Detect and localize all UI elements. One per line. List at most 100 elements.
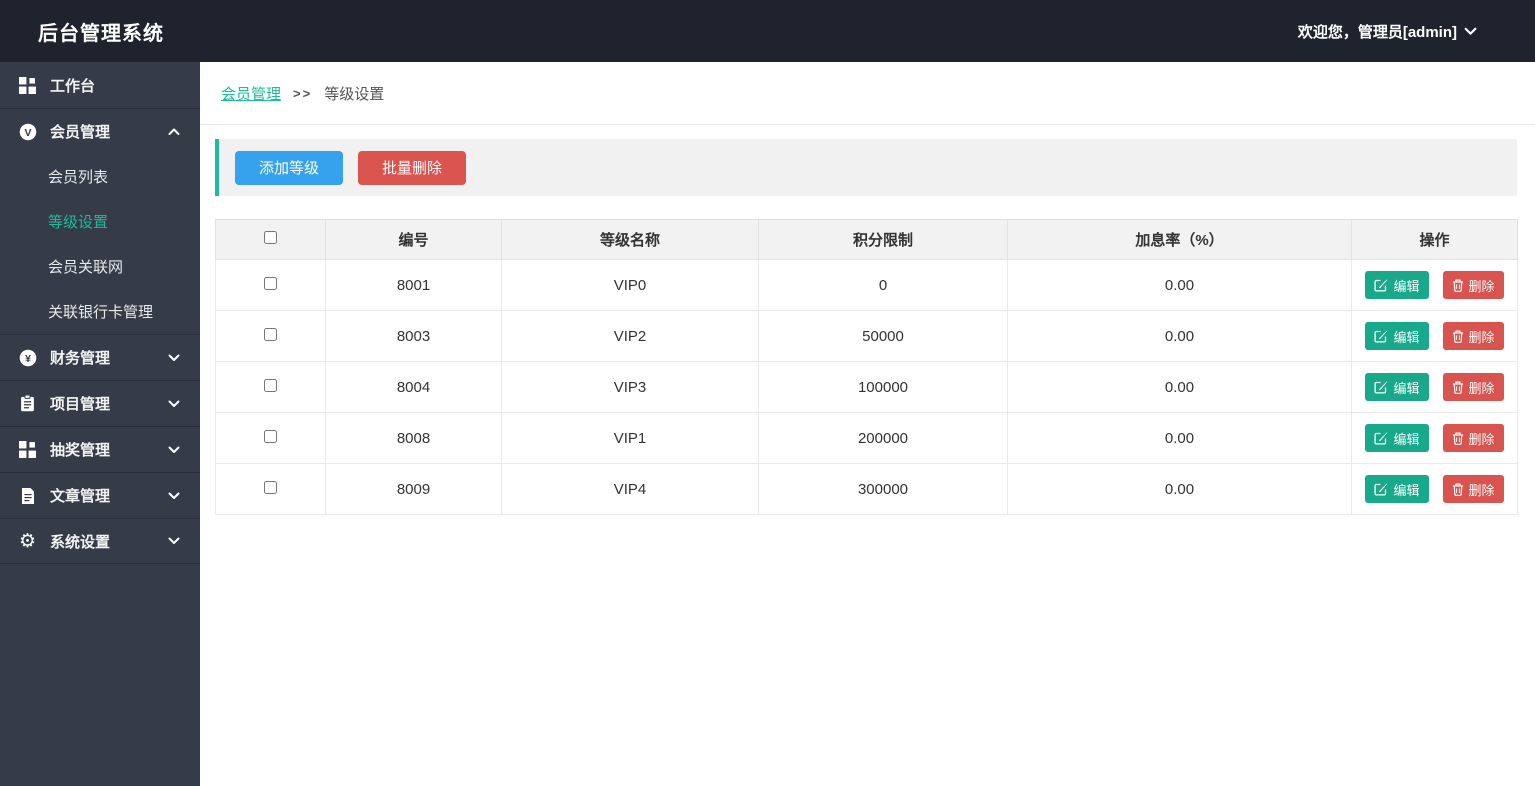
- svg-text:V: V: [24, 127, 31, 139]
- header-actions: 操作: [1352, 220, 1518, 260]
- row-checkbox[interactable]: [264, 430, 277, 443]
- admin-app: 后台管理系统 欢迎您，管理员[admin] 工作台: [0, 0, 1535, 786]
- table-row: 8004 VIP3 100000 0.00 编辑: [216, 362, 1518, 413]
- svg-text:¥: ¥: [25, 353, 31, 365]
- delete-button[interactable]: 删除: [1443, 373, 1504, 401]
- sidebar-item-articles[interactable]: 文章管理: [0, 472, 200, 518]
- sidebar-subitem-member-network[interactable]: 会员关联网: [0, 244, 200, 289]
- sidebar-item-lottery[interactable]: 抽奖管理: [0, 426, 200, 472]
- clipboard-icon: [18, 394, 37, 413]
- header-id: 编号: [326, 220, 502, 260]
- header-interest-rate: 加息率（%）: [1008, 220, 1352, 260]
- document-icon: [18, 486, 37, 505]
- user-menu[interactable]: 欢迎您，管理员[admin]: [1298, 21, 1477, 42]
- cell-id: 8008: [326, 413, 502, 464]
- delete-button[interactable]: 删除: [1443, 322, 1504, 350]
- cell-level-name: VIP2: [502, 311, 759, 362]
- sidebar-item-label: 财务管理: [50, 347, 110, 368]
- table-row: 8008 VIP1 200000 0.00 编辑: [216, 413, 1518, 464]
- members-submenu: 会员列表 等级设置 会员关联网 关联银行卡管理: [0, 154, 200, 334]
- row-checkbox[interactable]: [264, 379, 277, 392]
- cell-points-limit: 100000: [759, 362, 1008, 413]
- table-row: 8009 VIP4 300000 0.00 编辑: [216, 464, 1518, 515]
- chevron-down-icon: [168, 354, 180, 362]
- gear-icon: ⚙: [18, 532, 37, 551]
- grid-icon: [18, 76, 37, 95]
- header-points-limit: 积分限制: [759, 220, 1008, 260]
- breadcrumb-current: 等级设置: [324, 83, 384, 104]
- table-row: 8001 VIP0 0 0.00 编辑: [216, 260, 1518, 311]
- breadcrumb-parent-link[interactable]: 会员管理: [221, 83, 281, 104]
- header-level-name: 等级名称: [502, 220, 759, 260]
- edit-button[interactable]: 编辑: [1365, 424, 1428, 452]
- cell-interest-rate: 0.00: [1008, 311, 1352, 362]
- trash-icon: [1452, 432, 1464, 445]
- cell-points-limit: 300000: [759, 464, 1008, 515]
- sidebar-subitem-member-list[interactable]: 会员列表: [0, 154, 200, 199]
- cell-interest-rate: 0.00: [1008, 260, 1352, 311]
- cell-id: 8009: [326, 464, 502, 515]
- row-checkbox[interactable]: [264, 328, 277, 341]
- top-header: 后台管理系统 欢迎您，管理员[admin]: [0, 0, 1535, 62]
- table-row: 8003 VIP2 50000 0.00 编辑: [216, 311, 1518, 362]
- cell-interest-rate: 0.00: [1008, 362, 1352, 413]
- row-checkbox[interactable]: [264, 481, 277, 494]
- trash-icon: [1452, 381, 1464, 394]
- chevron-down-icon: [168, 537, 180, 545]
- edit-button[interactable]: 编辑: [1365, 322, 1428, 350]
- edit-button[interactable]: 编辑: [1365, 475, 1428, 503]
- edit-icon: [1374, 380, 1388, 394]
- delete-button[interactable]: 删除: [1443, 475, 1504, 503]
- chevron-down-icon: [168, 400, 180, 408]
- sidebar-item-members[interactable]: V 会员管理: [0, 108, 200, 154]
- edit-icon: [1374, 329, 1388, 343]
- cell-points-limit: 0: [759, 260, 1008, 311]
- select-all-checkbox[interactable]: [264, 231, 277, 244]
- edit-button[interactable]: 编辑: [1365, 271, 1428, 299]
- cell-level-name: VIP0: [502, 260, 759, 311]
- sidebar-item-finance[interactable]: ¥ 财务管理: [0, 334, 200, 380]
- delete-button[interactable]: 删除: [1443, 424, 1504, 452]
- content-area: 添加等级 批量删除 编号 等级名称: [200, 125, 1535, 515]
- levels-table-wrap: 编号 等级名称 积分限制 加息率（%） 操作 8001 VIP: [215, 219, 1517, 515]
- sidebar-item-projects[interactable]: 项目管理: [0, 380, 200, 426]
- trash-icon: [1452, 483, 1464, 496]
- grid-icon: [18, 440, 37, 459]
- batch-delete-button[interactable]: 批量删除: [358, 151, 466, 185]
- edit-button[interactable]: 编辑: [1365, 373, 1428, 401]
- sidebar-item-workbench[interactable]: 工作台: [0, 62, 200, 108]
- edit-icon: [1374, 431, 1388, 445]
- header-checkbox-cell: [216, 220, 326, 260]
- sidebar-subitem-bank-cards[interactable]: 关联银行卡管理: [0, 289, 200, 334]
- levels-table: 编号 等级名称 积分限制 加息率（%） 操作 8001 VIP: [215, 219, 1518, 515]
- sidebar-subitem-level-settings[interactable]: 等级设置: [0, 199, 200, 244]
- cell-id: 8003: [326, 311, 502, 362]
- app-title: 后台管理系统: [38, 17, 164, 46]
- sidebar-item-settings[interactable]: ⚙ 系统设置: [0, 518, 200, 564]
- user-greeting: 欢迎您，管理员[admin]: [1298, 21, 1457, 42]
- edit-icon: [1374, 278, 1388, 292]
- row-checkbox[interactable]: [264, 277, 277, 290]
- sidebar: 工作台 V 会员管理 会员列表 等级设置: [0, 62, 200, 786]
- cell-points-limit: 200000: [759, 413, 1008, 464]
- table-header-row: 编号 等级名称 积分限制 加息率（%） 操作: [216, 220, 1518, 260]
- edit-icon: [1374, 482, 1388, 496]
- sidebar-item-label: 文章管理: [50, 485, 110, 506]
- cell-interest-rate: 0.00: [1008, 464, 1352, 515]
- cell-id: 8001: [326, 260, 502, 311]
- sidebar-nav: 工作台 V 会员管理 会员列表 等级设置: [0, 62, 200, 564]
- cell-level-name: VIP3: [502, 362, 759, 413]
- sidebar-item-label: 工作台: [50, 75, 95, 96]
- breadcrumb: 会员管理 >> 等级设置: [200, 62, 1535, 125]
- delete-button[interactable]: 删除: [1443, 271, 1504, 299]
- main-panel: 会员管理 >> 等级设置 添加等级 批量删除: [200, 62, 1535, 786]
- sidebar-item-label: 会员管理: [50, 121, 110, 142]
- trash-icon: [1452, 330, 1464, 343]
- chevron-up-icon: [168, 128, 180, 136]
- cell-interest-rate: 0.00: [1008, 413, 1352, 464]
- sidebar-item-label: 抽奖管理: [50, 439, 110, 460]
- chevron-down-icon: [168, 446, 180, 454]
- cell-level-name: VIP4: [502, 464, 759, 515]
- main-layout: 工作台 V 会员管理 会员列表 等级设置: [0, 62, 1535, 786]
- add-level-button[interactable]: 添加等级: [235, 151, 343, 185]
